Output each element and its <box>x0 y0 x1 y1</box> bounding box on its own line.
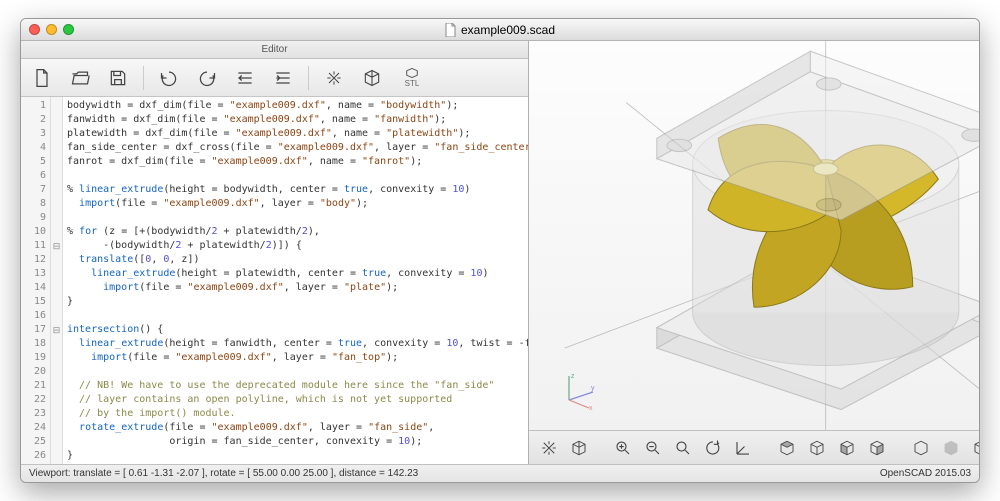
view-front-button[interactable] <box>907 435 935 461</box>
line-number-gutter: 1234567891011121314151617181920212223242… <box>21 97 51 464</box>
titlebar: example009.scad <box>21 19 979 41</box>
viewer-canvas[interactable]: z y x <box>529 41 979 430</box>
view-back-button[interactable] <box>937 435 965 461</box>
editor-pane: Editor <box>21 41 529 464</box>
svg-text:z: z <box>571 373 575 380</box>
viewer-pane: z y x <box>529 41 979 464</box>
preview-button[interactable] <box>319 64 349 92</box>
stl-label: STL <box>405 79 420 88</box>
window-title: example009.scad <box>461 23 555 37</box>
svg-text:x: x <box>589 405 593 410</box>
svg-text:y: y <box>591 385 595 392</box>
document-icon <box>445 23 457 37</box>
close-window-button[interactable] <box>29 24 40 35</box>
editor-toolbar: STL <box>21 59 528 97</box>
view-all-button[interactable] <box>699 435 727 461</box>
view-diagonal-button[interactable] <box>967 435 979 461</box>
zoom-in-button[interactable] <box>609 435 637 461</box>
view-right-button[interactable] <box>863 435 891 461</box>
statusbar: Viewport: translate = [ 0.61 -1.31 -2.07… <box>21 464 979 482</box>
zoom-out-button[interactable] <box>639 435 667 461</box>
viewer-preview-button[interactable] <box>535 435 563 461</box>
viewer-render-button[interactable] <box>565 435 593 461</box>
new-file-button[interactable] <box>27 64 57 92</box>
code-editor[interactable]: 1234567891011121314151617181920212223242… <box>21 97 528 464</box>
app-window: example009.scad Editor <box>20 18 980 483</box>
code-text[interactable]: bodywidth = dxf_dim(file = "example009.d… <box>63 97 528 464</box>
view-top-button[interactable] <box>773 435 801 461</box>
undo-button[interactable] <box>154 64 184 92</box>
app-version: OpenSCAD 2015.03 <box>880 468 971 479</box>
minimize-window-button[interactable] <box>46 24 57 35</box>
open-file-button[interactable] <box>65 64 95 92</box>
export-stl-button[interactable]: STL <box>395 64 429 92</box>
render-button[interactable] <box>357 64 387 92</box>
redo-button[interactable] <box>192 64 222 92</box>
view-left-button[interactable] <box>833 435 861 461</box>
save-file-button[interactable] <box>103 64 133 92</box>
unindent-button[interactable] <box>230 64 260 92</box>
zoom-window-button[interactable] <box>63 24 74 35</box>
axes-indicator: z y x <box>559 370 599 410</box>
viewport-status: Viewport: translate = [ 0.61 -1.31 -2.07… <box>29 468 418 479</box>
viewer-toolbar <box>529 430 979 464</box>
view-bottom-button[interactable] <box>803 435 831 461</box>
show-axes-button[interactable] <box>729 435 757 461</box>
reset-view-button[interactable] <box>669 435 697 461</box>
indent-button[interactable] <box>268 64 298 92</box>
fold-gutter[interactable]: ⊟⊟ <box>51 97 63 464</box>
editor-header: Editor <box>21 41 528 59</box>
